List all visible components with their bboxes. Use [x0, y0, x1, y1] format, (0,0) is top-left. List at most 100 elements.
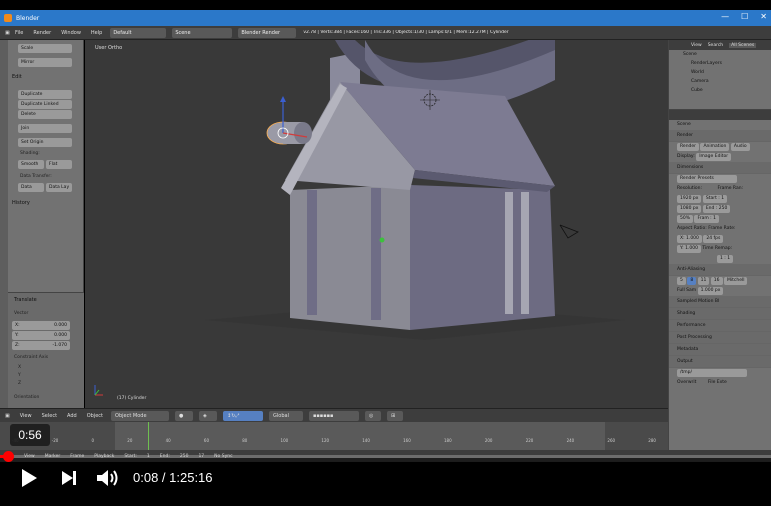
file-extensions-checkbox[interactable]: File Exte	[708, 380, 727, 385]
time-remap-field[interactable]: 1 : 1	[717, 255, 734, 263]
audio-button[interactable]: Audio	[730, 143, 750, 151]
overwrite-checkbox[interactable]: Overwrit	[677, 380, 696, 385]
select-menu[interactable]: Select	[37, 413, 62, 419]
shade-flat-button[interactable]: Flat	[46, 160, 72, 169]
minimize-button[interactable]: —	[721, 12, 729, 21]
render-panel-header[interactable]: Render	[669, 130, 771, 142]
vector-z-field[interactable]: Z: -1.070	[12, 341, 70, 350]
aspect-x-field[interactable]: X: 1.000	[677, 235, 702, 243]
outliner-view-menu[interactable]: View	[691, 43, 702, 48]
fps-selector[interactable]: 24 fps	[703, 235, 724, 243]
dimensions-panel-header[interactable]: Dimensions	[669, 162, 771, 174]
join-button[interactable]: Join	[18, 124, 72, 133]
tool-shelf-tabs[interactable]	[0, 40, 8, 408]
frame-end-field[interactable]: End : 250	[702, 205, 731, 213]
view-editor-type-icon[interactable]: ▣	[0, 413, 15, 419]
set-origin-button[interactable]: Set Origin	[18, 138, 72, 147]
aa-samples-5[interactable]: 5	[677, 277, 686, 285]
mirror-button[interactable]: Mirror	[18, 58, 72, 67]
editor-type-icon[interactable]: ▣	[0, 30, 10, 36]
full-sample-checkbox[interactable]: Full Sam	[677, 288, 696, 293]
render-presets-selector[interactable]: Render Presets	[677, 175, 737, 183]
data-layout-button[interactable]: Data Lay	[46, 183, 72, 192]
aa-filter-selector[interactable]: Mitchell	[723, 277, 748, 285]
progress-scrubber-knob[interactable]	[3, 451, 14, 462]
constraint-axis-label: Constraint Axis	[14, 355, 49, 360]
outliner-item[interactable]: World	[669, 68, 771, 77]
filter-size-field[interactable]: 1.000 px	[697, 287, 724, 295]
manipulator-toggles[interactable]: ↕↻⤢	[223, 410, 264, 421]
aspect-y-field[interactable]: Y: 1.000	[677, 245, 701, 253]
add-menu[interactable]: Add	[62, 413, 82, 419]
anti-aliasing-panel-header[interactable]: Anti-Aliasing	[669, 264, 771, 276]
delete-button[interactable]: Delete	[18, 110, 72, 119]
play-button[interactable]	[16, 466, 42, 490]
video-progress-bar[interactable]	[0, 451, 771, 462]
duplicate-button[interactable]: Duplicate	[18, 90, 72, 99]
animation-button[interactable]: Animation	[700, 143, 730, 151]
pivot-point-selector[interactable]: ◈	[199, 410, 218, 421]
volume-button[interactable]	[94, 466, 122, 490]
duplicate-linked-button[interactable]: Duplicate Linked	[18, 100, 72, 109]
display-label: Display:	[677, 154, 695, 159]
menu-file[interactable]: File	[10, 30, 28, 36]
layer-buttons[interactable]: ▪▪▪▪▪▪	[309, 410, 360, 421]
operator-title[interactable]: Translate	[14, 297, 37, 303]
outliner-item[interactable]: Scene	[669, 50, 771, 59]
collapsed-panel-header[interactable]: Post Processing	[669, 332, 771, 344]
snap-toggle[interactable]: ⊞	[387, 410, 404, 421]
resolution-x-field[interactable]: 1920 px	[677, 195, 702, 203]
collapsed-panel-header[interactable]: Metadata	[669, 344, 771, 356]
collapsed-panel-header[interactable]: Shading	[669, 308, 771, 320]
output-panel-header[interactable]: Output	[669, 356, 771, 368]
frame-start-field[interactable]: Start : 1	[702, 195, 728, 203]
proportional-edit-toggle[interactable]: ◎	[365, 410, 382, 421]
layout-selector[interactable]: Default	[110, 27, 167, 38]
vector-y-field[interactable]: Y: 0.000	[12, 331, 70, 340]
resolution-percent-slider[interactable]: 50%	[677, 215, 694, 223]
outliner-item[interactable]: Cube	[669, 86, 771, 95]
constraint-z-checkbox[interactable]: Z	[18, 381, 21, 386]
viewport-shading-selector[interactable]: ●	[175, 410, 194, 421]
data-button[interactable]: Data	[18, 183, 44, 192]
timeline-editor[interactable]: -40-200204060801001201401601802002202402…	[0, 422, 668, 450]
properties-context-tabs[interactable]	[669, 110, 771, 120]
aa-samples-11[interactable]: 11	[697, 277, 710, 285]
next-button[interactable]	[57, 466, 81, 490]
outliner-item[interactable]: RenderLayers	[669, 59, 771, 68]
transform-orientation-selector[interactable]: Global	[269, 410, 304, 421]
resolution-label: Resolution:	[677, 186, 703, 191]
aa-samples-8[interactable]: 8	[687, 277, 697, 285]
scene-selector[interactable]: Scene	[172, 27, 233, 38]
render-button[interactable]: Render	[677, 143, 700, 151]
history-panel-header[interactable]: History	[12, 200, 30, 206]
shade-smooth-button[interactable]: Smooth	[18, 160, 44, 169]
display-selector[interactable]: Image Editor	[696, 153, 732, 161]
object-menu[interactable]: Object	[82, 413, 108, 419]
seek-time-tooltip: 0:56	[10, 424, 50, 446]
interaction-mode-selector[interactable]: Object Mode	[111, 410, 170, 421]
menu-window[interactable]: Window	[56, 30, 86, 36]
video-frame: Blender — ☐ ✕ ▣ File Render Window Help …	[0, 0, 771, 506]
edit-panel-header[interactable]: Edit	[12, 74, 22, 80]
menu-help[interactable]: Help	[86, 30, 107, 36]
output-path-field[interactable]: /tmp/	[677, 369, 747, 377]
resolution-y-field[interactable]: 1080 px	[677, 205, 702, 213]
outliner-display-mode[interactable]: All Scenes	[729, 42, 757, 48]
view-menu[interactable]: View	[15, 413, 37, 419]
maximize-button[interactable]: ☐	[741, 12, 748, 21]
3d-viewport[interactable]: User Ortho (17) Cylinder	[85, 40, 668, 408]
frame-step-field[interactable]: Fram : 1	[694, 215, 719, 223]
collapsed-panel-header[interactable]: Performance	[669, 320, 771, 332]
vector-x-field[interactable]: X: 0.000	[12, 321, 70, 330]
outliner-item[interactable]: Camera	[669, 77, 771, 86]
outliner-search-menu[interactable]: Search	[708, 43, 723, 48]
menu-render[interactable]: Render	[28, 30, 56, 36]
scale-button[interactable]: Scale	[18, 44, 72, 53]
render-engine-selector[interactable]: Blender Render	[238, 27, 297, 38]
close-button[interactable]: ✕	[760, 12, 767, 21]
constraint-x-checkbox[interactable]: X	[18, 365, 21, 370]
aa-samples-16[interactable]: 16	[710, 277, 723, 285]
collapsed-panel-header[interactable]: Sampled Motion Bl	[669, 296, 771, 308]
constraint-y-checkbox[interactable]: Y	[18, 373, 21, 378]
